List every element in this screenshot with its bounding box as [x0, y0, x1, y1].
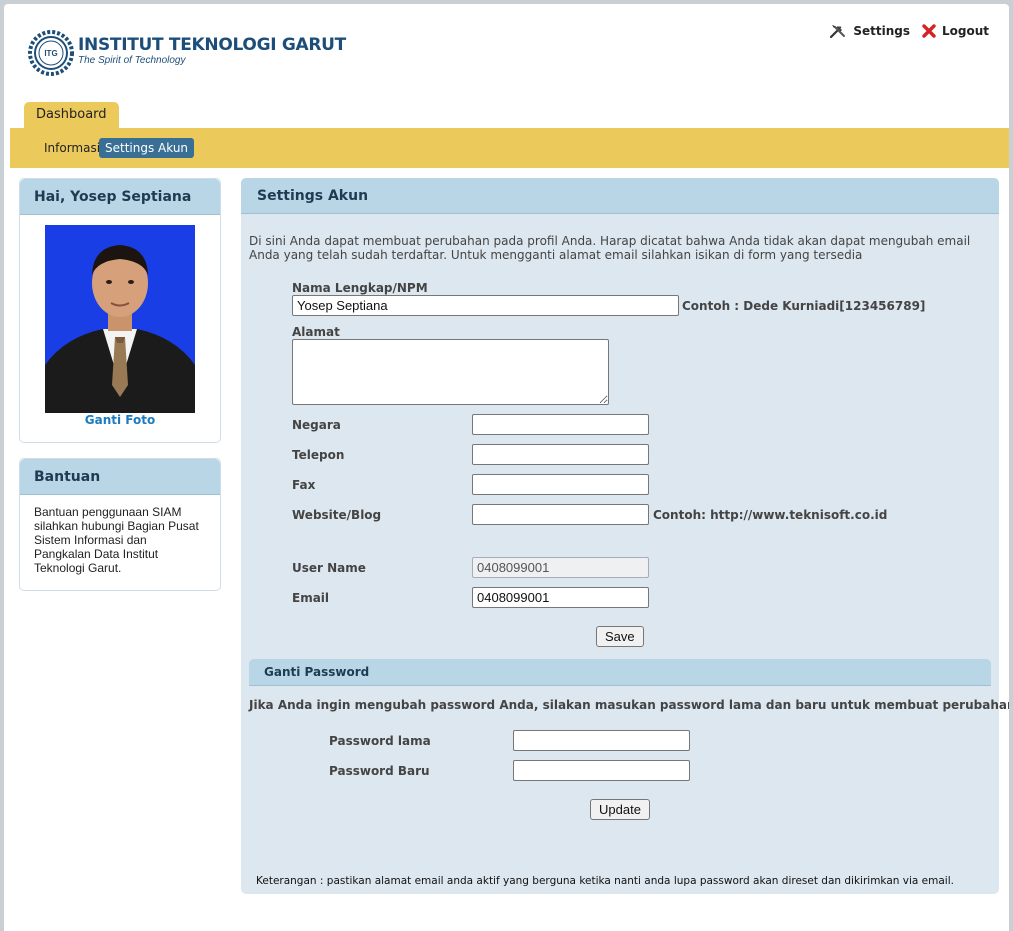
- top-links: Settings Logout: [829, 23, 989, 39]
- nav-item-settings-akun[interactable]: Settings Akun: [99, 138, 195, 158]
- alamat-textarea[interactable]: [292, 339, 609, 405]
- change-password-title: Ganti Password: [249, 659, 991, 686]
- change-photo-link[interactable]: Ganti Foto: [20, 413, 220, 427]
- settings-panel: Settings Akun Di sini Anda dapat membuat…: [241, 178, 1009, 894]
- settings-title: Settings Akun: [241, 178, 999, 214]
- nama-input[interactable]: [292, 295, 679, 316]
- telepon-input[interactable]: [472, 444, 649, 465]
- header: ITG INSTITUT TEKNOLOGI GARUT The Spirit …: [4, 4, 1009, 104]
- help-title: Bantuan: [20, 459, 220, 495]
- site-tagline: The Spirit of Technology: [78, 55, 186, 66]
- telepon-label: Telepon: [292, 448, 345, 462]
- username-label: User Name: [292, 561, 366, 575]
- negara-input[interactable]: [472, 414, 649, 435]
- profile-greeting: Hai, Yosep Septiana: [20, 179, 220, 215]
- close-icon: [922, 24, 936, 38]
- fax-label: Fax: [292, 478, 316, 492]
- profile-photo-image: [45, 225, 195, 413]
- settings-label: Settings: [853, 24, 910, 38]
- email-input[interactable]: [472, 587, 649, 608]
- nama-hint: Contoh : Dede Kurniadi[123456789]: [682, 299, 926, 313]
- alamat-label: Alamat: [292, 325, 340, 339]
- sub-navbar: Informasi Settings Akun: [10, 128, 1009, 168]
- fax-input[interactable]: [472, 474, 649, 495]
- itg-logo: ITG: [28, 30, 74, 76]
- logo-text: ITG: [44, 49, 57, 58]
- new-password-label: Password Baru: [329, 764, 430, 778]
- settings-intro: Di sini Anda dapat membuat perubahan pad…: [249, 234, 971, 262]
- old-password-label: Password lama: [329, 734, 431, 748]
- negara-label: Negara: [292, 418, 341, 432]
- site-title: INSTITUT TEKNOLOGI GARUT: [78, 35, 346, 55]
- save-button[interactable]: Save: [596, 626, 644, 647]
- old-password-input[interactable]: [513, 730, 690, 751]
- profile-photo: [45, 225, 195, 413]
- nama-label: Nama Lengkap/NPM: [292, 281, 428, 295]
- profile-box: Hai, Yosep Septiana Ganti Foto: [19, 178, 221, 443]
- settings-link[interactable]: Settings: [829, 23, 910, 39]
- website-input[interactable]: [472, 504, 649, 525]
- page: ITG INSTITUT TEKNOLOGI GARUT The Spirit …: [4, 4, 1009, 931]
- tools-icon: [830, 25, 846, 39]
- change-password-intro: Jika Anda ingin mengubah password Anda, …: [249, 698, 1009, 712]
- logout-link[interactable]: Logout: [922, 24, 989, 38]
- website-label: Website/Blog: [292, 508, 382, 522]
- footer-note: Keterangan : pastikan alamat email anda …: [256, 875, 954, 887]
- help-text: Bantuan penggunaan SIAM silahkan hubungi…: [34, 505, 199, 575]
- website-hint: Contoh: http://www.teknisoft.co.id: [653, 508, 888, 522]
- username-input: [472, 557, 649, 578]
- logout-label: Logout: [941, 24, 989, 38]
- nav-item-informasi[interactable]: Informasi: [38, 138, 106, 158]
- tab-dashboard[interactable]: Dashboard: [24, 102, 119, 128]
- update-button[interactable]: Update: [590, 799, 650, 820]
- email-label: Email: [292, 591, 330, 605]
- help-box: Bantuan Bantuan penggunaan SIAM silahkan…: [19, 458, 221, 591]
- new-password-input[interactable]: [513, 760, 690, 781]
